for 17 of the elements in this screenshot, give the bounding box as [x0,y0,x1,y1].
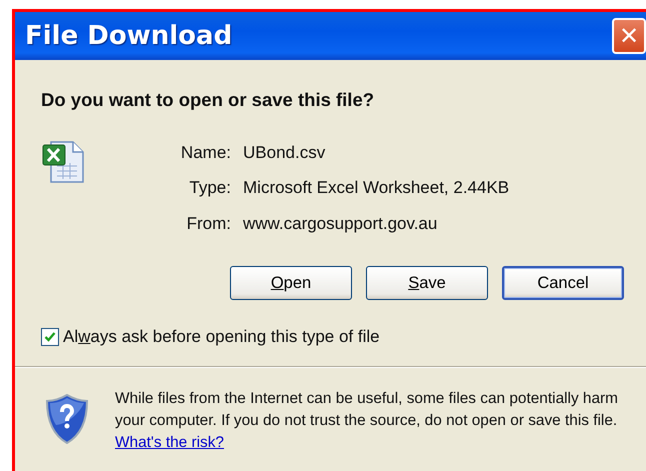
dialog-button[interactable]: Save [366,266,488,300]
risk-link[interactable]: What's the risk? [115,434,224,451]
warning-text: While files from the Internet can be useful, some files can potentially harm your computer. If you do not trust the source, do not open or save this file. What's the risk? [115,388,619,453]
dialog-button[interactable]: Open [230,266,352,300]
window-title: File Download [25,21,232,51]
field-value: UBond.csv [243,142,326,164]
security-shield-icon [45,394,89,444]
field-label: Name: [180,142,231,164]
question-text: Do you want to open or save this file? [41,88,376,112]
checkbox[interactable] [41,328,59,346]
field-value: www.cargosupport.gov.au [243,212,438,235]
dialog-button[interactable]: Cancel [502,266,624,300]
field-label: Type: [188,177,231,200]
field-label: From: [186,212,231,235]
check-icon [44,331,56,343]
checkbox-label[interactable]: Always ask before opening this type of file [63,324,380,350]
field-value: Microsoft Excel Worksheet, 2.44KB [243,177,510,200]
